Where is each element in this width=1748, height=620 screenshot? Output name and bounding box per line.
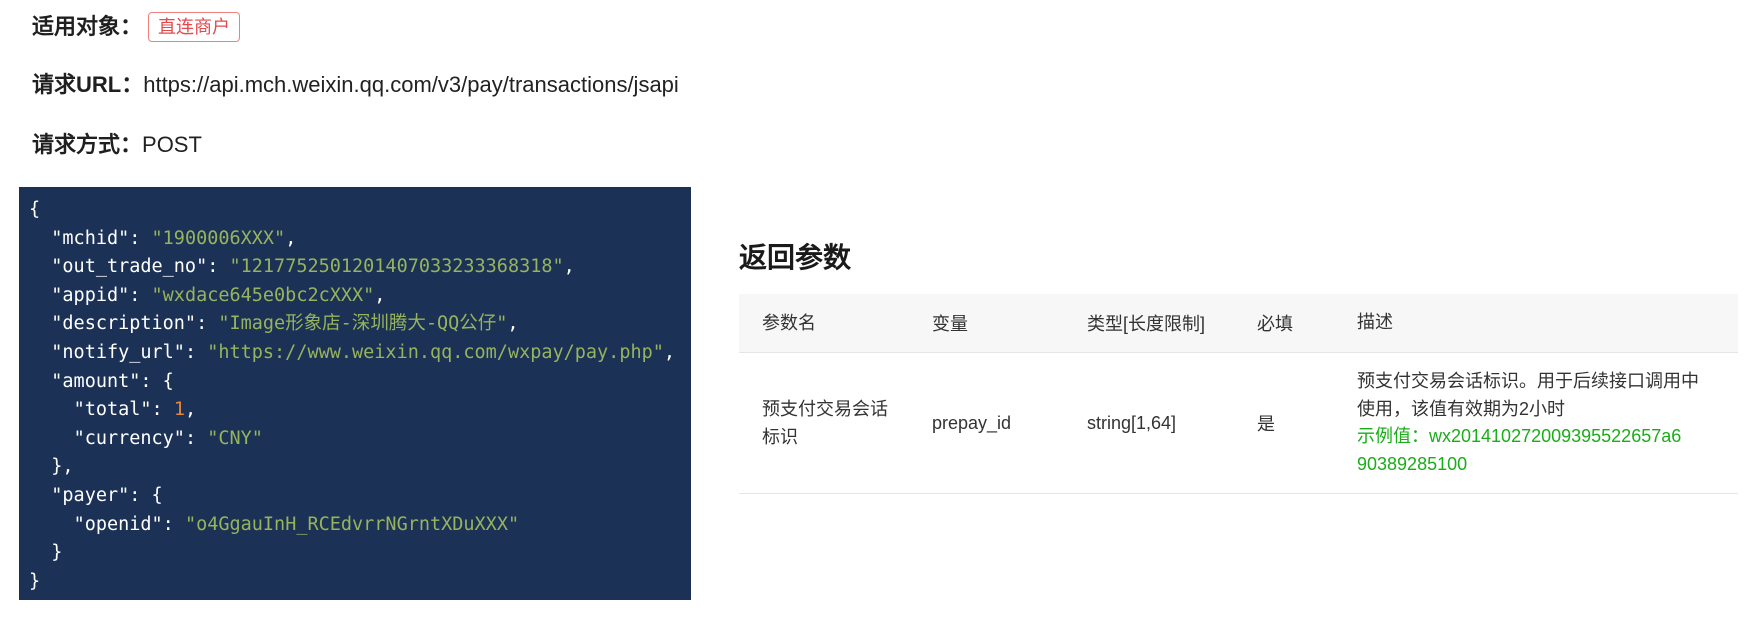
code-punctuation: , [285,227,297,249]
param-name-line: 预支付交易会话 [762,399,888,419]
code-punctuation: : [129,227,152,249]
code-punctuation: : { [140,370,174,392]
code-punctuation [29,256,51,277]
code-string: "https://www.weixin.qq.com/wxpay/pay.php… [207,341,664,363]
code-line: } [29,539,691,568]
method-value: POST [142,132,202,157]
code-punctuation [29,514,74,535]
code-line: "appid": "wxdace645e0bc2cXXX", [29,282,691,311]
target-label: 适用对象： [32,14,143,39]
header-type: 类型[长度限制] [1087,314,1206,334]
code-punctuation: : [196,313,219,335]
code-punctuation [29,399,74,420]
code-line: "payer": { [29,482,691,511]
code-punctuation: , [184,399,197,421]
method-label: 请求方式： [32,132,143,157]
code-line: "openid": "o4GgauInH_RCEdvrrNGrntXDuXXX" [29,511,691,540]
code-key: "notify_url" [51,341,185,363]
code-line: "currency": "CNY" [29,425,691,454]
code-string: "1217752501201407033233368318" [229,256,564,278]
code-line: "description": "Image形象店-深圳腾大-QQ公仔", [29,310,691,339]
description-line: 预支付交易会话标识。用于后续接口调用中 [1357,371,1699,391]
code-punctuation: : [162,513,185,535]
code-punctuation: , [663,341,676,363]
table-row: 预支付交易会话 标识 prepay_id string[1,64] 是 预支付交… [739,353,1738,494]
code-punctuation [29,285,51,306]
example-value-line: 90389285100 [1357,453,1468,474]
code-punctuation: , [507,313,519,335]
code-punctuation [29,428,74,449]
code-punctuation [29,228,51,249]
code-punctuation: : [151,399,174,421]
code-string: "CNY" [207,427,263,449]
code-punctuation: : [207,256,230,278]
code-punctuation: , [374,284,386,306]
code-key: "currency" [73,427,185,449]
code-punctuation [29,342,51,363]
code-line: "total": 1, [29,396,691,425]
code-line: "amount": { [29,368,691,397]
url-value: https://api.mch.weixin.qq.com/v3/pay/tra… [143,72,679,97]
code-punctuation: } [29,570,41,592]
code-key: "mchid" [51,227,130,249]
code-punctuation: : [184,341,208,363]
code-punctuation: } [29,542,63,564]
code-key: "description" [51,313,197,335]
header-param-name: 参数名 [762,313,816,333]
code-key: "amount" [51,370,141,392]
code-punctuation: }, [29,456,74,478]
code-key: "appid" [51,284,130,306]
cell-description: 预支付交易会话标识。用于后续接口调用中 使用，该值有效期为2小时 示例值：wx2… [1357,368,1717,478]
code-punctuation [29,371,51,392]
applicable-target-row: 适用对象： 直连商户 [32,12,241,42]
code-line: "notify_url": "https://www.weixin.qq.com… [29,339,691,368]
request-body-code-block: { "mchid": "1900006XXX", "out_trade_no":… [19,187,691,600]
request-url-row: 请求URL：https://api.mch.weixin.qq.com/v3/p… [32,70,679,100]
cell-type: string[1,64] [1087,412,1177,433]
code-line: } [29,568,691,597]
code-line: { [29,196,691,225]
code-punctuation [29,485,51,506]
request-method-row: 请求方式：POST [32,130,202,160]
code-punctuation [29,313,51,334]
code-punctuation: : [184,427,208,449]
cell-variable: prepay_id [932,412,1012,433]
code-line: "mchid": "1900006XXX", [29,225,691,254]
code-key: "total" [73,399,152,421]
merchant-type-tag: 直连商户 [148,12,241,42]
code-key: "openid" [73,513,163,535]
code-punctuation: : { [129,484,163,506]
code-string: "o4GgauInH_RCEdvrrNGrntXDuXXX" [184,513,520,535]
code-number: 1 [173,399,185,421]
header-variable: 变量 [932,314,968,334]
response-params-table: 参数名 变量 类型[长度限制] 必填 描述 预支付交易会话 标识 prepay_… [739,294,1738,494]
code-string: "1900006XXX" [151,227,286,249]
code-punctuation: , [563,256,575,278]
code-punctuation: { [29,199,41,220]
code-line: }, [29,453,691,482]
description-line: 使用，该值有效期为2小时 [1357,398,1566,419]
header-required: 必填 [1257,314,1293,334]
code-line: "out_trade_no": "12177525012014070332333… [29,253,691,282]
example-value-line: 示例值：wx201410272009395522657a6 [1357,426,1682,446]
header-description: 描述 [1357,312,1393,333]
code-punctuation: : [129,284,152,306]
url-label: 请求URL： [32,72,144,97]
code-key: "payer" [51,484,130,506]
param-name-line: 标识 [762,427,798,447]
code-string: "wxdace645e0bc2cXXX" [151,284,375,306]
response-params-title: 返回参数 [739,242,852,273]
cell-param-name: 预支付交易会话 标识 [762,395,932,451]
code-string: "Image形象店-深圳腾大-QQ公仔" [218,313,508,335]
cell-required: 是 [1257,414,1275,434]
table-header-row: 参数名 变量 类型[长度限制] 必填 描述 [739,294,1738,353]
code-key: "out_trade_no" [51,256,208,278]
